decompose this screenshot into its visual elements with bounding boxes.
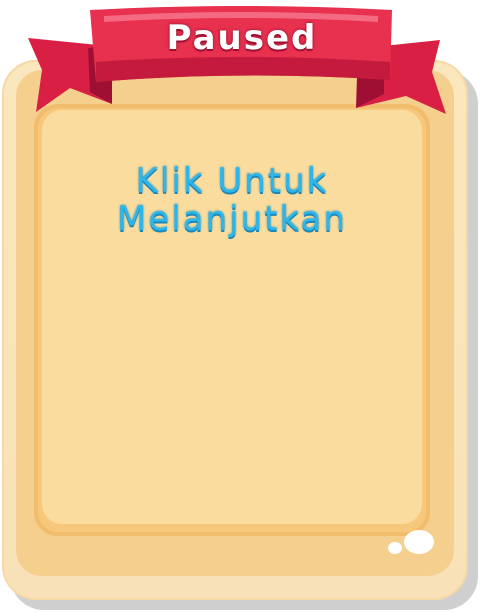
pause-dialog: Paused Klik Untuk Melanjutkan xyxy=(0,0,483,613)
resume-click-area[interactable] xyxy=(0,0,483,613)
